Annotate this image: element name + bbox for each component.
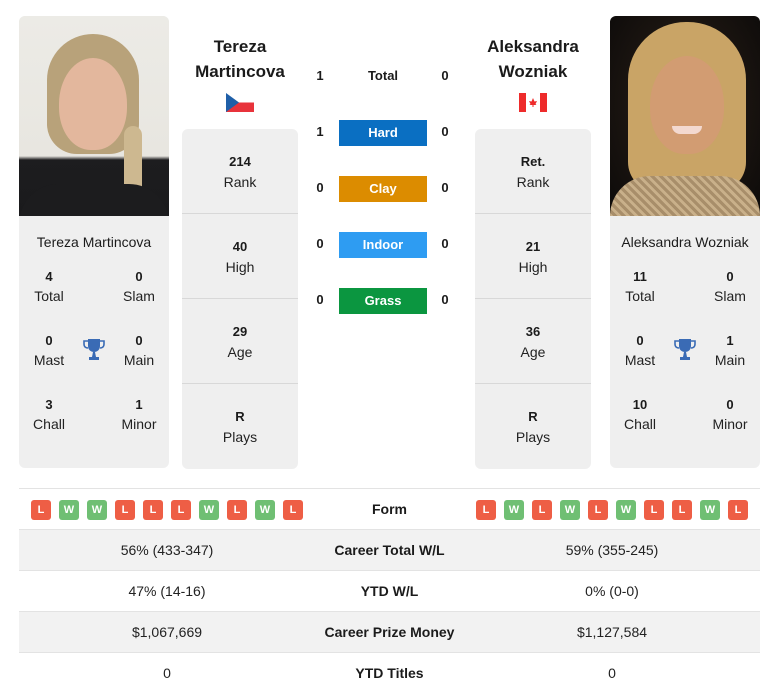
surface-indoor-badge[interactable]: Indoor <box>339 232 427 258</box>
trophy-icon <box>674 339 696 360</box>
ytd-wl-right: 0% (0-0) <box>585 583 639 599</box>
h2h-grass-row: 0 Grass 0 <box>300 288 470 314</box>
stats-column-right: Ret. Rank 21 High 36 Age R Plays <box>475 129 591 469</box>
player-card-right: Aleksandra Wozniak 11 Total 0 Slam 0 Mas… <box>610 16 760 468</box>
form-badge-win[interactable]: W <box>199 500 219 520</box>
career-total-wl-label: Career Total W/L <box>334 542 445 558</box>
ytd-titles-row: 0 YTD Titles 0 <box>19 653 760 694</box>
h2h-total-row: 1 Total 0 <box>300 64 470 90</box>
form-badge-loss[interactable]: L <box>227 500 247 520</box>
titles-slam-right: 0 Slam <box>714 269 746 304</box>
career-prize-money-row: $1,067,669 Career Prize Money $1,127,584 <box>19 612 760 653</box>
surface-hard-badge[interactable]: Hard <box>339 120 427 146</box>
form-badges-left: LWWLLLWLWL <box>31 500 303 520</box>
career-total-wl-left: 56% (433-347) <box>120 542 214 558</box>
form-row: LWWLLLWLWL Form LWLWLWLLWL <box>19 489 760 530</box>
h2h-hard-row: 1 Hard 0 <box>300 120 470 146</box>
h2h-clay-row: 0 Clay 0 <box>300 176 470 202</box>
form-badges-right: LWLWLWLLWL <box>476 500 748 520</box>
titles-mast-right: 0 Mast <box>624 333 656 368</box>
stats-column-left: 214 Rank 40 High 29 Age R Plays <box>182 129 298 469</box>
h2h-total-right: 0 <box>441 68 449 83</box>
form-badge-loss[interactable]: L <box>115 500 135 520</box>
ytd-titles-left: 0 <box>163 665 171 681</box>
titles-minor-left: 1 Minor <box>121 397 157 432</box>
form-badge-loss[interactable]: L <box>143 500 163 520</box>
titles-minor-right: 0 Minor <box>712 397 748 432</box>
form-badge-win[interactable]: W <box>616 500 636 520</box>
stat-age-right: 36 Age <box>475 299 591 384</box>
h2h-grass-left: 0 <box>316 292 324 307</box>
stat-high-right: 21 High <box>475 214 591 299</box>
player-name-right[interactable]: Aleksandra Wozniak <box>458 34 608 84</box>
stat-plays-right: R Plays <box>515 409 551 445</box>
ytd-wl-label: YTD W/L <box>360 583 419 599</box>
form-badge-loss[interactable]: L <box>672 500 692 520</box>
form-badge-win[interactable]: W <box>700 500 720 520</box>
h2h-indoor-right: 0 <box>441 236 449 251</box>
form-badge-loss[interactable]: L <box>644 500 664 520</box>
player-full-name-left[interactable]: Tereza Martincova <box>19 234 169 250</box>
titles-grid-left: 4 Total 0 Slam 0 Mast 0 Main 3 Chall 1 M… <box>19 250 169 465</box>
h2h-clay-right: 0 <box>441 180 449 195</box>
titles-grid-right: 11 Total 0 Slam 0 Mast 1 Main 10 Chall 0 <box>610 250 760 465</box>
stat-high-left: 40 High <box>182 214 298 299</box>
ytd-wl-row: 47% (14-16) YTD W/L 0% (0-0) <box>19 571 760 612</box>
titles-total-right: 11 Total <box>625 269 655 304</box>
form-badge-loss[interactable]: L <box>588 500 608 520</box>
h2h-indoor-row: 0 Indoor 0 <box>300 232 470 258</box>
form-badge-win[interactable]: W <box>87 500 107 520</box>
form-badge-win[interactable]: W <box>504 500 524 520</box>
form-badge-win[interactable]: W <box>255 500 275 520</box>
career-prize-money-right: $1,127,584 <box>576 624 648 640</box>
player-photo-left[interactable] <box>19 16 169 216</box>
ytd-titles-label: YTD Titles <box>355 665 424 681</box>
player-name-left[interactable]: Tereza Martincova <box>165 34 315 84</box>
form-badge-loss[interactable]: L <box>728 500 748 520</box>
trophy-icon <box>83 339 105 360</box>
h2h-hard-right: 0 <box>441 124 449 139</box>
h2h-grass-right: 0 <box>441 292 449 307</box>
stat-plays-left: R Plays <box>222 409 258 445</box>
titles-main-right: 1 Main <box>714 333 746 368</box>
canada-flag-icon <box>519 93 547 112</box>
form-badge-loss[interactable]: L <box>476 500 496 520</box>
titles-mast-left: 0 Mast <box>33 333 65 368</box>
comparison-table: LWWLLLWLWL Form LWLWLWLLWL 56% (433-347)… <box>19 488 760 694</box>
titles-main-left: 0 Main <box>123 333 155 368</box>
form-badge-win[interactable]: W <box>59 500 79 520</box>
h2h-indoor-left: 0 <box>316 236 324 251</box>
titles-chall-left: 3 Chall <box>33 397 65 432</box>
form-label: Form <box>372 501 407 517</box>
form-badge-win[interactable]: W <box>560 500 580 520</box>
career-total-wl-row: 56% (433-347) Career Total W/L 59% (355-… <box>19 530 760 571</box>
stat-age-left: 29 Age <box>182 299 298 384</box>
ytd-wl-left: 47% (14-16) <box>128 583 206 599</box>
czech-flag-icon <box>226 93 254 112</box>
h2h-clay-left: 0 <box>316 180 324 195</box>
surface-clay-badge[interactable]: Clay <box>339 176 427 202</box>
h2h-hard-left: 1 <box>316 124 324 139</box>
career-prize-money-label: Career Prize Money <box>324 624 455 640</box>
ytd-titles-right: 0 <box>608 665 616 681</box>
career-total-wl-right: 59% (355-245) <box>565 542 659 558</box>
stat-rank-left: 214 Rank <box>182 129 298 214</box>
form-badge-loss[interactable]: L <box>532 500 552 520</box>
form-badge-loss[interactable]: L <box>31 500 51 520</box>
form-badge-loss[interactable]: L <box>283 500 303 520</box>
surface-grass-badge[interactable]: Grass <box>339 288 427 314</box>
form-badge-loss[interactable]: L <box>171 500 191 520</box>
titles-total-left: 4 Total <box>34 269 64 304</box>
titles-slam-left: 0 Slam <box>123 269 155 304</box>
stat-rank-right: Ret. Rank <box>475 129 591 214</box>
titles-chall-right: 10 Chall <box>624 397 656 432</box>
player-full-name-right[interactable]: Aleksandra Wozniak <box>610 234 760 250</box>
player-card-left: Tereza Martincova 4 Total 0 Slam 0 Mast … <box>19 16 169 468</box>
career-prize-money-left: $1,067,669 <box>131 624 203 640</box>
player-photo-right[interactable] <box>610 16 760 216</box>
h2h-total-label: Total <box>367 68 399 83</box>
h2h-total-left: 1 <box>316 68 324 83</box>
